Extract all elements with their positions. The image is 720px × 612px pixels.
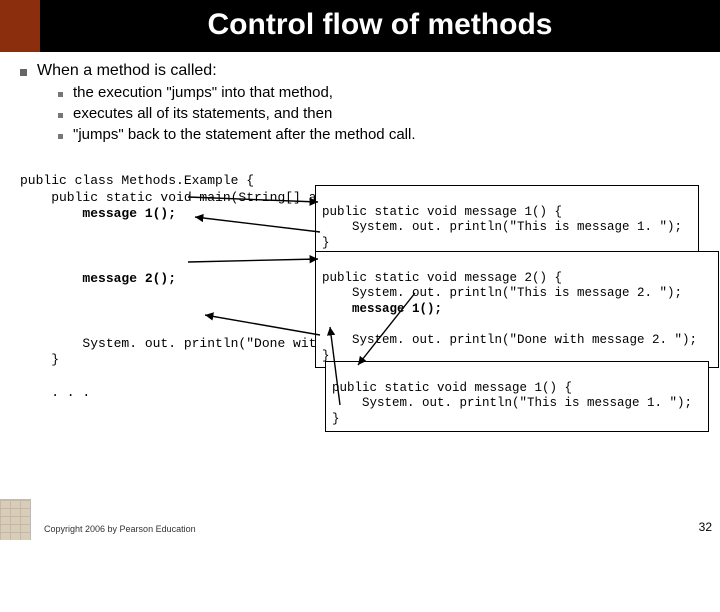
box-line: System. out. println("This is message 1.… [322,220,682,234]
box-line: public static void message 1() { [322,205,562,219]
box-line: message 1(); [322,302,442,316]
box-line: public static void message 1() { [332,381,572,395]
bullet-square-icon [58,113,63,118]
box-line: public static void message 2() { [322,271,562,285]
box-line: System. out. println("This is message 1.… [332,396,692,410]
box-line: System. out. println("Done with message … [322,333,697,347]
sub-bullet: executes all of its statements, and then [58,105,700,122]
code-line: public class Methods.Example { [20,173,254,188]
code-call-1: message 1(); [20,206,176,221]
sub-bullet: "jumps" back to the statement after the … [58,126,700,143]
bullet-square-icon [20,69,27,76]
code-line: . . . [20,385,90,400]
code-example: public class Methods.Example { public st… [20,157,700,477]
sub-text: "jumps" back to the statement after the … [73,126,416,143]
sub-text: executes all of its statements, and then [73,105,332,122]
box-line: } [322,236,330,250]
code-box-message1-nested: public static void message 1() { System.… [325,361,709,432]
code-line: } [20,352,59,367]
bullet-square-icon [58,92,63,97]
code-box-message2: public static void message 2() { System.… [315,251,719,368]
sub-text: the execution "jumps" into that method, [73,84,333,101]
sub-bullet: the execution "jumps" into that method, [58,84,700,101]
lead-text: When a method is called: [37,62,217,80]
bullet-square-icon [58,134,63,139]
lead-bullet: When a method is called: [20,62,700,80]
slide-body: When a method is called: the execution "… [0,52,720,477]
box-line: System. out. println("This is message 2.… [322,286,682,300]
code-box-message1: public static void message 1() { System.… [315,185,699,256]
code-call-2: message 2(); [20,271,176,286]
page-number: 32 [699,520,712,534]
box-line: } [332,412,340,426]
code-line: public static void main(String[] args) { [20,190,363,205]
copyright-footer: Copyright 2006 by Pearson Education [44,524,196,534]
slide-title: Control flow of methods [0,0,720,52]
brick-decoration [0,499,31,540]
